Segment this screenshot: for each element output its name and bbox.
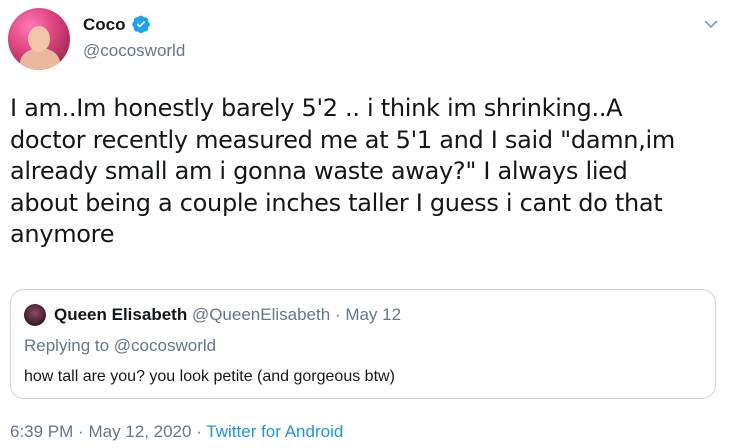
- author-handle[interactable]: @cocosworld: [83, 41, 185, 61]
- tweet-text-line: I am..Im honestly barely 5'2 .. i think …: [10, 94, 623, 122]
- quoted-handle[interactable]: @QueenElisabeth: [192, 305, 330, 324]
- quoted-header: Queen Elisabeth @QueenElisabeth · May 12: [54, 305, 401, 325]
- quoted-separator: ·: [334, 305, 341, 324]
- tweet-text-line: already small am i gonna waste away?" I …: [10, 157, 628, 185]
- tweet-footer: 6:39 PM · May 12, 2020 · Twitter for And…: [10, 422, 343, 442]
- quoted-date[interactable]: May 12: [345, 305, 401, 324]
- tweet-text-line: anymore: [10, 220, 115, 248]
- quoted-text: how tall are you? you look petite (and g…: [24, 368, 395, 385]
- tweet-source-link[interactable]: Twitter for Android: [206, 422, 343, 441]
- quoted-avatar[interactable]: [24, 304, 46, 326]
- tweet-text-line: doctor recently measured me at 5'1 and I…: [10, 125, 675, 154]
- footer-separator: ·: [196, 422, 202, 441]
- tweet-text: I am..Im honestly barely 5'2 .. i think …: [10, 93, 725, 251]
- avatar-face: [28, 26, 50, 52]
- replying-to-handle[interactable]: @cocosworld: [114, 336, 216, 355]
- tweet-text-line: about being a couple inches taller I gue…: [10, 188, 663, 217]
- footer-separator: ·: [78, 422, 84, 441]
- verified-badge-icon: [132, 15, 150, 34]
- author-display-name[interactable]: Coco: [83, 15, 126, 35]
- tweet-card: Coco @cocosworld I am..Im honestly barel…: [0, 0, 735, 448]
- tweet-time[interactable]: 6:39 PM: [10, 422, 73, 441]
- chevron-down-icon[interactable]: [703, 16, 719, 32]
- quoted-replying-to: Replying to @cocosworld: [24, 336, 216, 356]
- quoted-tweet[interactable]: Queen Elisabeth @QueenElisabeth · May 12…: [10, 289, 716, 399]
- author-avatar[interactable]: [8, 8, 70, 70]
- quoted-display-name[interactable]: Queen Elisabeth: [54, 305, 187, 324]
- tweet-date[interactable]: May 12, 2020: [88, 422, 191, 441]
- replying-prefix: Replying to: [24, 336, 110, 355]
